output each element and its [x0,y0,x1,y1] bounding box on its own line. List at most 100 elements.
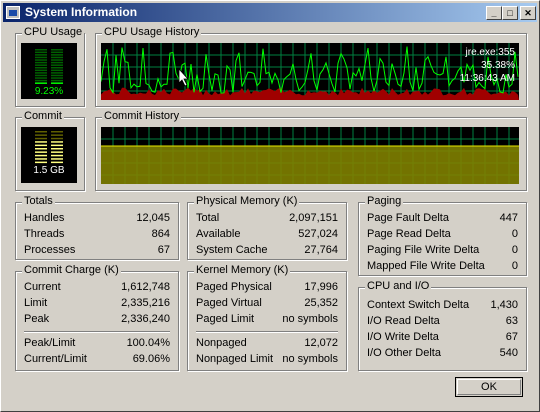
meter-segment [51,69,63,72]
kernel-memory-row: Paged Limit no symbols [196,312,338,328]
cpu-io-label: CPU and I/O [365,280,432,292]
divider [24,331,170,333]
app-icon [6,6,20,19]
meter-segment [51,161,63,164]
ok-button[interactable]: OK [455,377,523,397]
cpu-history-label: CPU Usage History [102,26,202,38]
limit-value: 2,335,216 [121,297,170,309]
peak-label: Peak [24,313,50,325]
divider [196,331,338,333]
peak-limit-value: 100.04% [126,337,170,349]
paging-group: Paging Page Fault Delta 447 Page Read Del… [358,195,527,276]
meter-segment [51,144,63,147]
paging-row: Paging File Write Delta 0 [367,243,518,259]
kernel-time-area [101,87,519,100]
cpu-history-svg: jre.exe:355 35.38% 11:36:43 AM [100,43,519,100]
close-button[interactable]: ✕ [520,6,536,20]
cpu-usage-label: CPU Usage [22,26,85,38]
io-write-delta-value: 67 [505,331,518,343]
minimize-button[interactable]: _ [486,6,502,20]
title-bar[interactable]: System Information _ □ ✕ [3,3,537,22]
peak-value: 2,336,240 [121,313,170,325]
meter-segment [35,134,47,136]
meter-segment [35,161,47,164]
commit-meter: 1.5 GB [21,127,77,183]
meter-segment [51,51,63,54]
meter-segment [51,54,63,56]
commit-history-fill [101,146,519,184]
paged-virtual-label: Paged Virtual [196,297,262,309]
page-read-delta-value: 0 [511,228,518,240]
meter-segment [35,72,47,74]
commit-value: 1.5 GB [33,165,64,176]
kernel-memory-group: Kernel Memory (K) Paged Physical 17,996 P… [187,264,347,371]
meter-segment [35,64,47,66]
available-value: 527,024 [298,228,338,240]
meter-segment [35,148,47,150]
meter-segment [51,49,63,51]
totals-group: Totals Handles 12,045 Threads 864 Processe… [15,195,179,260]
meter-segment [51,72,63,74]
paging-row: Page Fault Delta 447 [367,211,518,227]
nonpaged-label: Nonpaged [196,337,247,349]
mouse-cursor-icon [178,67,189,87]
context-switch-delta-value: 1,430 [490,299,518,311]
commit-charge-row: Limit 2,335,216 [24,296,170,312]
ok-button-label: OK [481,381,497,393]
limit-label: Limit [24,297,48,309]
meter-segment [51,82,63,84]
meter-segment [51,61,63,64]
cpu-usage-line [100,46,519,95]
meter-segment [35,151,47,153]
context-switch-delta-label: Context Switch Delta [367,299,470,311]
commit-history-group: Commit History [95,110,527,191]
paged-physical-label: Paged Physical [196,281,272,293]
total-label: Total [196,212,220,224]
paging-file-write-delta-value: 0 [511,244,518,256]
commit-group: Commit 1.5 GB [15,110,85,191]
totals-row: Handles 12,045 [24,211,170,227]
meter-segment [35,54,47,56]
available-label: Available [196,228,241,240]
cpu-io-row: I/O Other Delta 540 [367,346,518,362]
maximize-button[interactable]: □ [502,6,518,20]
page-read-delta-label: Page Read Delta [367,228,451,240]
meter-segment [35,82,47,84]
meter-segment [35,74,47,77]
cpu-usage-meter: 9.23% [21,43,77,99]
meter-segment [51,67,63,69]
cpu-io-row: I/O Write Delta 67 [367,330,518,346]
physical-memory-row: System Cache 27,764 [196,243,338,259]
cpu-io-row: Context Switch Delta 1,430 [367,298,518,314]
meter-segment [51,151,63,153]
meter-segment [51,59,63,61]
peak-limit-label: Peak/Limit [24,337,76,349]
system-cache-value: 27,764 [304,244,338,256]
cpu-history-group: CPU Usage History jre.exe:355 35.38% 11:… [95,26,527,107]
mapped-file-write-delta-label: Mapped File Write Delta [367,260,485,272]
paging-row: Page Read Delta 0 [367,227,518,243]
meter-segment [51,141,63,143]
kernel-memory-label: Kernel Memory (K) [194,264,291,276]
commit-charge-group: Commit Charge (K) Current 1,612,748 Limit… [15,264,179,371]
meter-segment [35,51,47,54]
tooltip-process: jre.exe:355 [465,47,516,58]
mapped-file-write-delta-value: 0 [511,260,518,272]
tooltip-time: 11:36:43 AM [460,73,515,84]
commit-charge-label: Commit Charge (K) [22,264,121,276]
meter-segment [35,77,47,79]
threads-value: 864 [151,228,170,240]
paged-limit-label: Paged Limit [196,313,255,325]
totals-label: Totals [22,195,55,207]
totals-row: Threads 864 [24,227,170,243]
page-fault-delta-label: Page Fault Delta [367,212,449,224]
meter-segment [35,137,47,140]
io-other-delta-label: I/O Other Delta [367,347,441,359]
meter-segment [51,77,63,79]
meter-segment [51,154,63,157]
meter-segment [51,148,63,150]
handles-label: Handles [24,212,65,224]
handles-value: 12,045 [136,212,170,224]
cpu-usage-value: 9.23% [35,86,63,97]
commit-bars: 1.5 GB [33,131,65,176]
